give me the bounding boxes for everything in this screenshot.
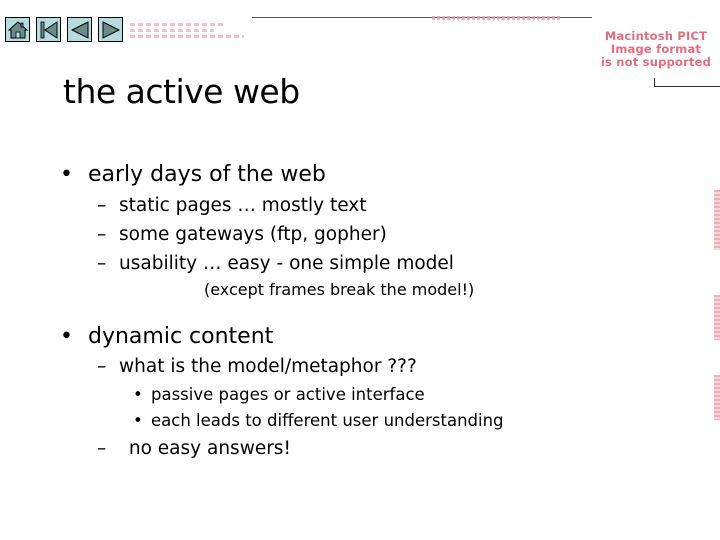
sub-item: – usability … easy - one simple model — [97, 253, 454, 274]
faded-line — [130, 23, 226, 26]
sub-item: – no easy answers! — [97, 438, 291, 459]
dash-marker: – — [97, 356, 107, 377]
sub-item: – static pages … mostly text — [97, 195, 367, 216]
sub-sub-item-text: each leads to different user understandi… — [151, 411, 504, 430]
unsupported-image-notice: Macintosh PICT Image format is not suppo… — [592, 30, 720, 69]
faded-line — [130, 35, 244, 38]
sub-item-note: (except frames break the model!) — [204, 280, 475, 299]
first-slide-icon — [40, 20, 57, 39]
bullet-marker: • — [133, 411, 143, 430]
home-icon — [7, 20, 28, 38]
sub-sub-item-text: passive pages or active interface — [151, 385, 425, 404]
next-icon — [102, 20, 120, 39]
bullet-text: dynamic content — [88, 324, 274, 349]
dash-marker: – — [97, 224, 107, 245]
sub-item: – what is the model/metaphor ??? — [97, 356, 417, 377]
faded-placeholder-graphic — [130, 20, 250, 40]
dash-marker: – — [97, 438, 107, 459]
side-mark — [714, 295, 720, 340]
sub-item-text: no easy answers! — [123, 438, 291, 459]
sub-item-text: static pages … mostly text — [119, 195, 367, 216]
bullet-marker: • — [133, 385, 143, 404]
bullet-item: • early days of the web — [60, 162, 326, 187]
sub-item-text: some gateways (ftp, gopher) — [119, 224, 387, 245]
notice-line: is not supported — [600, 55, 712, 69]
slide-navigation — [5, 17, 123, 42]
bullet-marker: • — [60, 324, 73, 349]
bullet-item: • dynamic content — [60, 324, 273, 349]
first-slide-button[interactable] — [36, 17, 61, 42]
bullet-marker: • — [60, 162, 73, 187]
slide-title: the active web — [63, 72, 300, 111]
previous-slide-button[interactable] — [67, 17, 92, 42]
sub-item-text: usability … easy - one simple model — [119, 253, 454, 274]
sub-sub-item: • passive pages or active interface — [133, 385, 425, 404]
previous-icon — [70, 20, 88, 39]
bullet-text: early days of the web — [88, 162, 326, 187]
sub-item-text: what is the model/metaphor ??? — [119, 356, 417, 377]
faded-header-graphic — [432, 16, 562, 20]
home-button[interactable] — [5, 17, 30, 42]
dash-marker: – — [97, 195, 107, 216]
sub-sub-item: • each leads to different user understand… — [133, 411, 504, 430]
dash-marker: – — [97, 253, 107, 274]
side-mark — [714, 190, 720, 250]
faded-line — [130, 29, 214, 32]
next-slide-button[interactable] — [98, 17, 123, 42]
sub-item: – some gateways (ftp, gopher) — [97, 224, 387, 245]
bracket-line — [654, 78, 720, 87]
side-mark — [714, 375, 720, 420]
